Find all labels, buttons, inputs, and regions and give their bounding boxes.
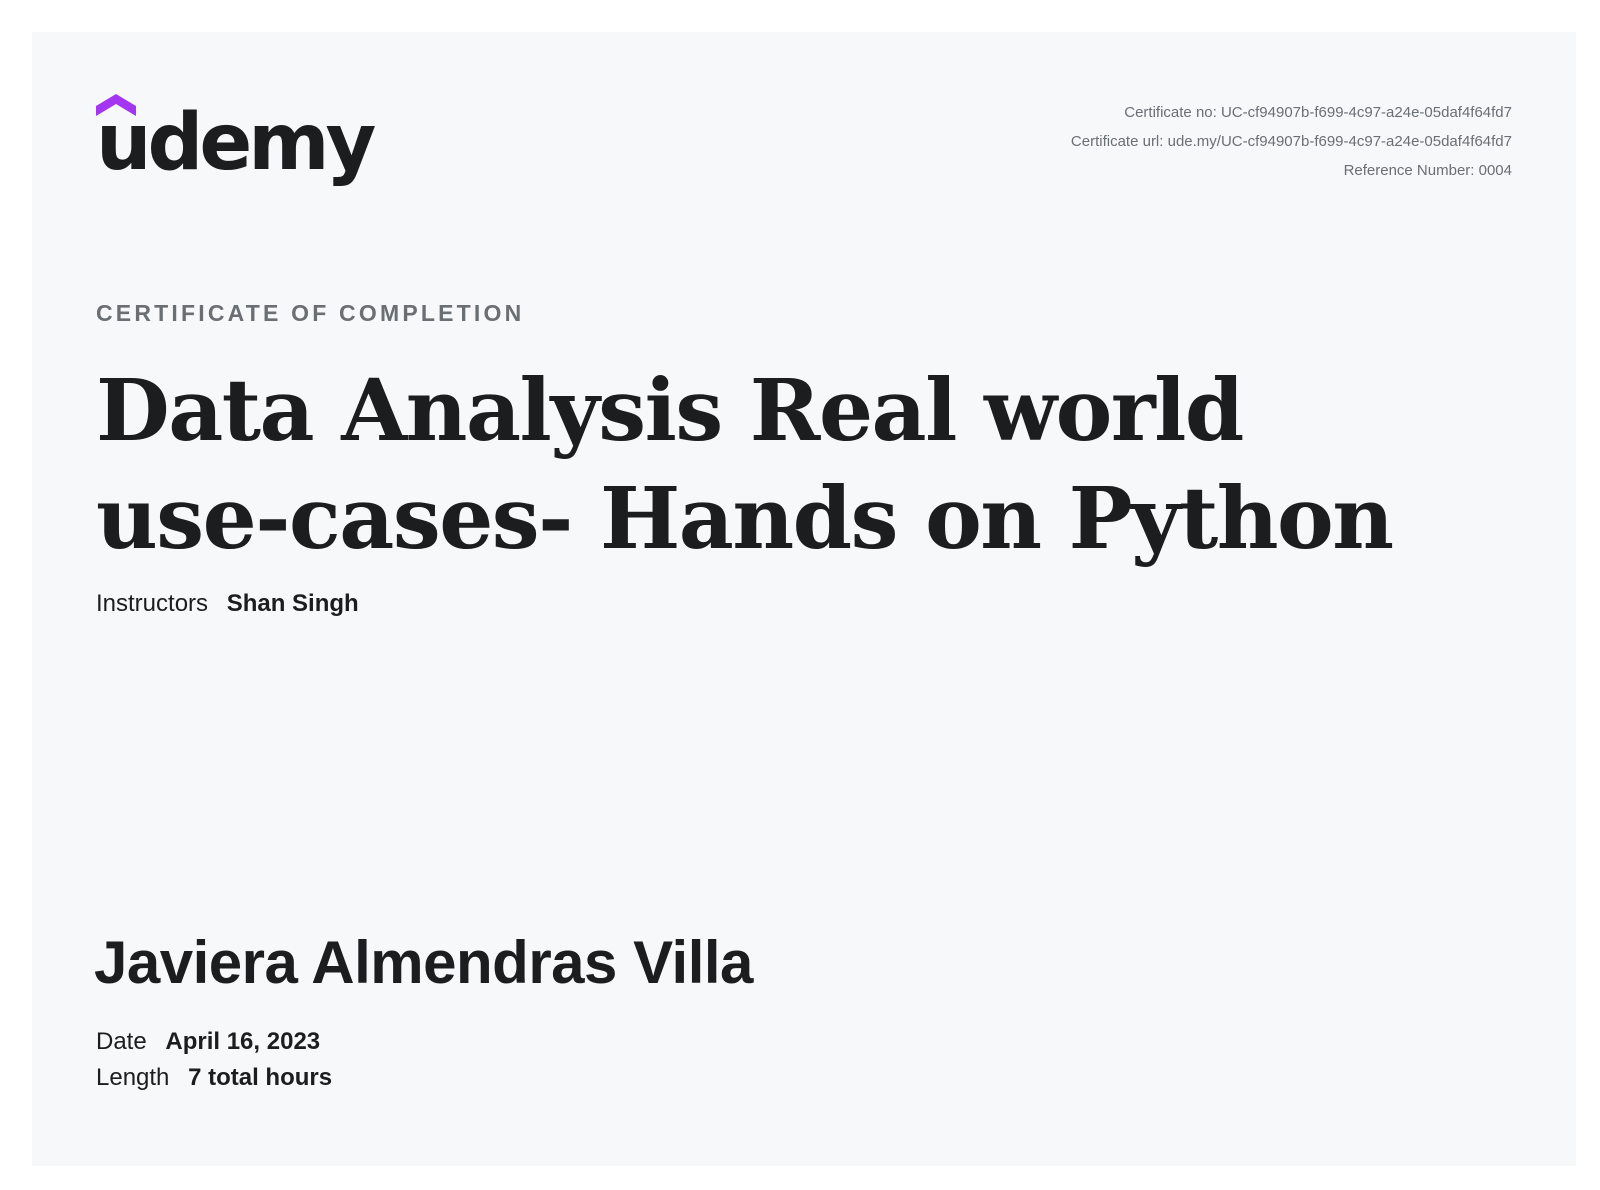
certificate: udemy Certificate no: UC-cf94907b-f699-4… [32,32,1576,1166]
instructors-label: Instructors [96,590,209,617]
date-label: Date [96,1028,147,1055]
date-value: April 16, 2023 [165,1028,321,1055]
length-value: 7 total hours [188,1064,333,1091]
reference-number: Reference Number: 0004 [1343,162,1512,179]
course-title: Data Analysis Real world use-cases- Hand… [96,361,1394,569]
logo-wordmark: udemy [96,98,376,188]
instructor-name: Shan Singh [226,590,359,617]
instructors-row: Instructors Shan Singh [96,590,359,618]
recipient-name: Javiera Almendras Villa [94,929,753,996]
certificate-details: Date April 16, 2023 Length 7 total hours [96,1024,332,1096]
length-label: Length [96,1064,170,1091]
certificate-meta: Certificate no: UC-cf94907b-f699-4c97-a2… [1071,98,1512,185]
udemy-logo: udemy [96,94,376,194]
certificate-number: Certificate no: UC-cf94907b-f699-4c97-a2… [1124,104,1512,121]
length-row: Length 7 total hours [96,1060,332,1096]
certificate-heading: CERTIFICATE OF COMPLETION [96,300,525,326]
certificate-url: Certificate url: ude.my/UC-cf94907b-f699… [1070,133,1512,150]
date-row: Date April 16, 2023 [96,1024,332,1060]
